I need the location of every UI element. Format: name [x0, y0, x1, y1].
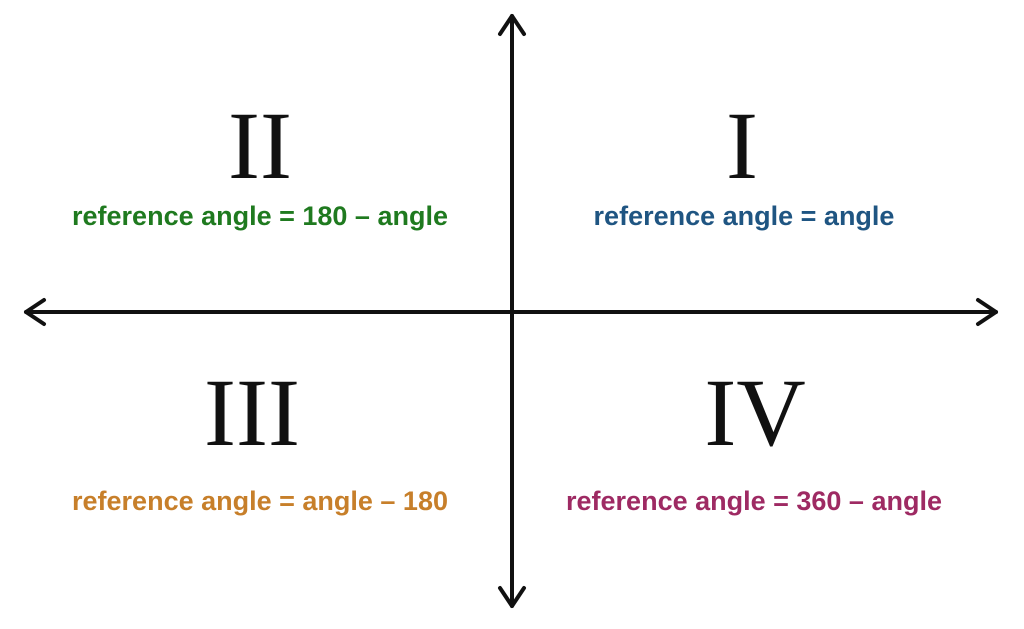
quadrant-iv-formula: reference angle = 360 – angle — [566, 486, 942, 516]
quadrant-iv-numeral: IV — [704, 359, 806, 466]
coordinate-axes — [24, 14, 998, 608]
quadrant-ii-numeral: II — [228, 92, 292, 199]
quadrant-i-formula: reference angle = angle — [593, 201, 895, 231]
quadrant-ii-formula: reference angle = 180 – angle — [72, 201, 448, 231]
quadrant-i-numeral: I — [726, 92, 758, 199]
quadrant-iii-formula: reference angle = angle – 180 — [72, 486, 448, 516]
quadrant-iii-numeral: III — [204, 359, 300, 466]
